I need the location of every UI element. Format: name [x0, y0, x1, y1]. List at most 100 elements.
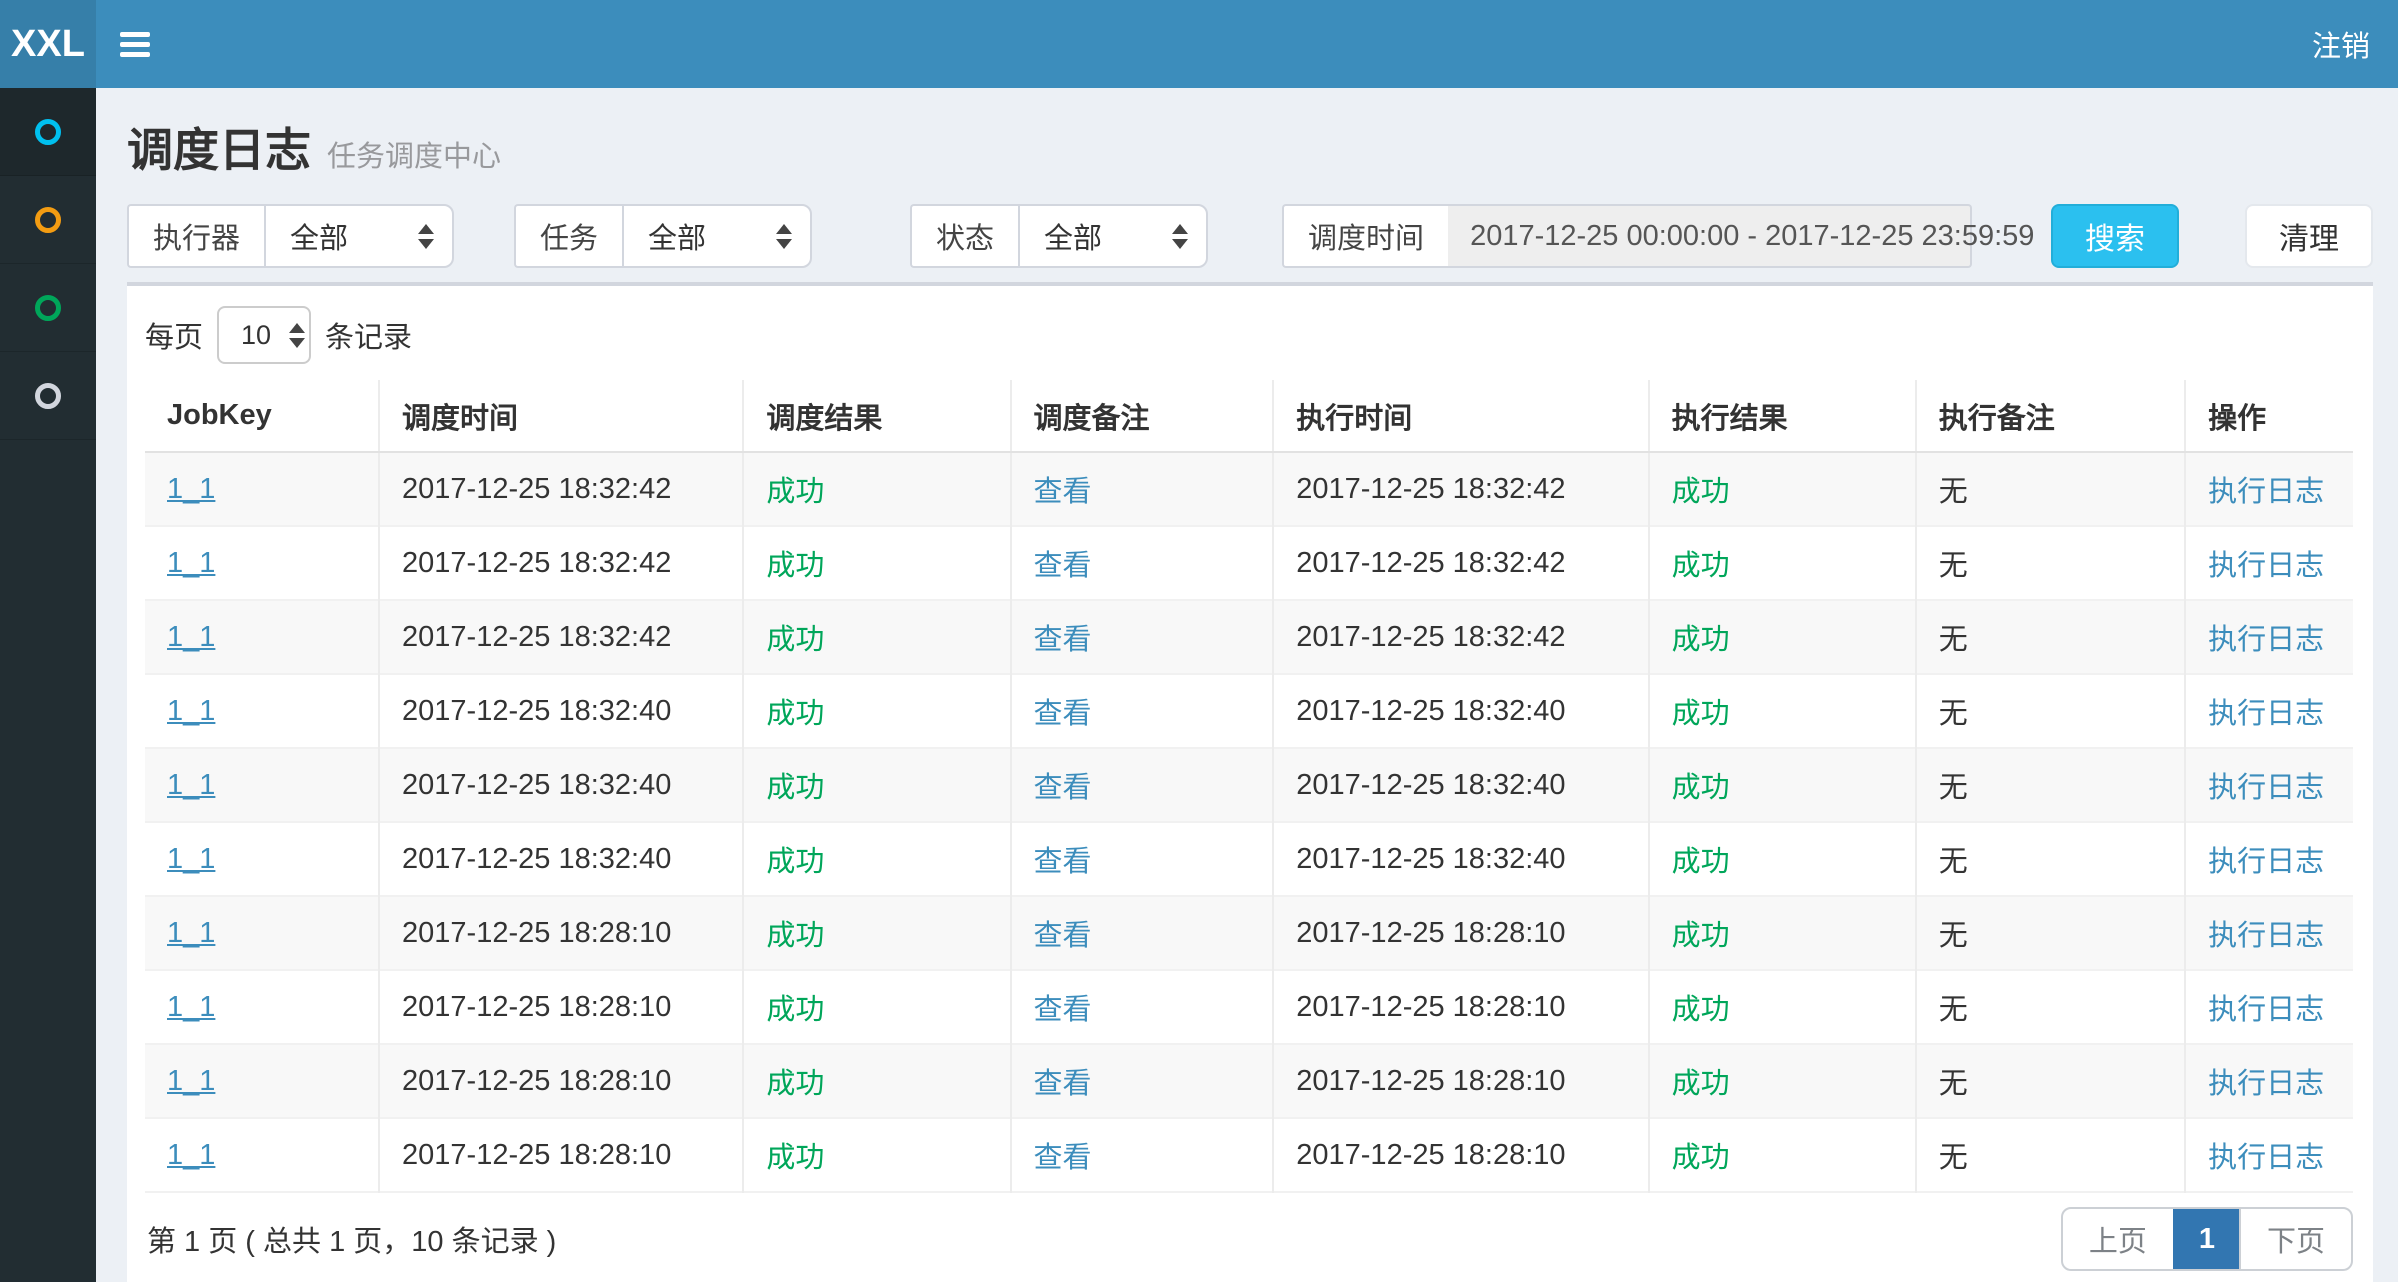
content-area: 调度日志 任务调度中心 执行器 全部 任务 全部 状态 全部 调度时间	[96, 88, 2398, 1282]
cell-action[interactable]: 执行日志	[2208, 994, 2324, 1026]
job-filter-group: 任务 全部	[514, 204, 812, 268]
filter-bar: 执行器 全部 任务 全部 状态 全部 调度时间 2017-12-25 00:00…	[127, 204, 2373, 268]
cell-trigger_result: 成功	[766, 920, 824, 952]
app-logo[interactable]: XXL	[0, 0, 96, 88]
circle-outline-icon	[35, 295, 61, 321]
cell-trigger_msg[interactable]: 查看	[1034, 624, 1092, 656]
trigger-time-range-input[interactable]: 2017-12-25 00:00:00 - 2017-12-25 23:59:5…	[1448, 204, 1972, 268]
cell-handle_result: 成功	[1672, 1068, 1730, 1100]
cell-action[interactable]: 执行日志	[2208, 1142, 2324, 1174]
search-button[interactable]: 搜索	[2051, 204, 2179, 268]
cell-handle_msg: 无	[1939, 846, 1968, 878]
page-size-select[interactable]: 10	[217, 306, 311, 364]
log-table: JobKey调度时间调度结果调度备注执行时间执行结果执行备注操作 1_12017…	[145, 380, 2353, 1193]
col-header-handle_time: 执行时间	[1273, 380, 1648, 452]
cell-handle_time: 2017-12-25 18:32:40	[1296, 843, 1565, 875]
cell-handle_time: 2017-12-25 18:28:10	[1296, 1139, 1565, 1171]
cell-trigger_msg[interactable]: 查看	[1034, 846, 1092, 878]
page-size-prefix: 每页	[145, 314, 203, 356]
cell-job_key[interactable]: 1_1	[167, 621, 215, 653]
cell-job_key[interactable]: 1_1	[167, 917, 215, 949]
cell-action[interactable]: 执行日志	[2208, 1068, 2324, 1100]
cell-trigger_msg[interactable]: 查看	[1034, 1142, 1092, 1174]
col-header-handle_result: 执行结果	[1649, 380, 1916, 452]
cell-trigger_msg[interactable]: 查看	[1034, 1068, 1092, 1100]
sidebar-item-1[interactable]	[0, 88, 96, 176]
hamburger-icon	[120, 32, 150, 37]
cell-job_key[interactable]: 1_1	[167, 991, 215, 1023]
table-row: 1_12017-12-25 18:28:10成功查看2017-12-25 18:…	[145, 1044, 2353, 1118]
circle-outline-icon	[35, 207, 61, 233]
trigger-time-filter-group: 调度时间 2017-12-25 00:00:00 - 2017-12-25 23…	[1282, 204, 1972, 268]
cell-action[interactable]: 执行日志	[2208, 550, 2324, 582]
cell-handle_result: 成功	[1672, 476, 1730, 508]
next-page-button[interactable]: 下页	[2239, 1209, 2351, 1269]
cell-action[interactable]: 执行日志	[2208, 920, 2324, 952]
cell-action[interactable]: 执行日志	[2208, 476, 2324, 508]
table-row: 1_1 2017-12-25 18:28:10 成功 查看 2017-12-25 18:…	[145, 896, 2353, 970]
sidebar-item-4[interactable]	[0, 352, 96, 440]
prev-page-button[interactable]: 上页	[2063, 1209, 2173, 1269]
cell-handle_msg: 无	[1939, 698, 1968, 730]
cell-handle_msg: 无	[1939, 476, 1968, 508]
cell-trigger_time: 2017-12-25 18:32:42	[402, 547, 671, 579]
current-page-button[interactable]: 1	[2173, 1209, 2239, 1269]
cell-action[interactable]: 执行日志	[2208, 698, 2324, 730]
cell-job_key[interactable]: 1_1	[167, 547, 215, 579]
cell-job_key[interactable]: 1_1	[167, 1065, 215, 1097]
cell-action[interactable]: 执行日志	[2208, 624, 2324, 656]
clear-button[interactable]: 清理	[2245, 204, 2373, 268]
table-footer: 第 1 页 ( 总共 1 页，10 条记录 ) 上页 1 下页	[145, 1207, 2353, 1271]
col-header-action: 操作	[2185, 380, 2353, 452]
sidebar-toggle-button[interactable]	[96, 0, 174, 88]
cell-trigger_msg[interactable]: 查看	[1034, 772, 1092, 804]
circle-outline-icon	[35, 383, 61, 409]
sidebar-item-2[interactable]	[0, 176, 96, 264]
cell-job_key[interactable]: 1_1	[167, 769, 215, 801]
cell-trigger_time: 2017-12-25 18:28:10	[402, 917, 671, 949]
cell-trigger_msg[interactable]: 查看	[1034, 476, 1092, 508]
circle-outline-icon	[35, 119, 61, 145]
job-select-value: 全部	[648, 215, 706, 257]
cell-action[interactable]: 执行日志	[2208, 846, 2324, 878]
cell-trigger_msg[interactable]: 查看	[1034, 920, 1092, 952]
cell-trigger_msg[interactable]: 查看	[1034, 550, 1092, 582]
top-navbar: XXL 注销	[0, 0, 2398, 88]
cell-handle_result: 成功	[1672, 772, 1730, 804]
cell-job_key[interactable]: 1_1	[167, 1139, 215, 1171]
logout-link[interactable]: 注销	[2284, 0, 2398, 88]
cell-trigger_msg[interactable]: 查看	[1034, 994, 1092, 1026]
cell-handle_msg: 无	[1939, 920, 1968, 952]
cell-handle_time: 2017-12-25 18:32:42	[1296, 473, 1565, 505]
sidebar-item-3[interactable]	[0, 264, 96, 352]
cell-handle_result: 成功	[1672, 920, 1730, 952]
trigger-time-filter-label: 调度时间	[1282, 204, 1448, 268]
cell-handle_time: 2017-12-25 18:28:10	[1296, 917, 1565, 949]
status-select[interactable]: 全部	[1018, 204, 1208, 268]
cell-handle_msg: 无	[1939, 550, 1968, 582]
executor-select-value: 全部	[290, 215, 348, 257]
cell-job_key[interactable]: 1_1	[167, 473, 215, 505]
log-panel: 每页 10 条记录 JobKey调度时间调度结果调度备注执行时间执行结果执行备注…	[127, 282, 2373, 1282]
cell-trigger_result: 成功	[766, 1068, 824, 1100]
cell-job_key[interactable]: 1_1	[167, 843, 215, 875]
cell-trigger_result: 成功	[766, 1142, 824, 1174]
cell-trigger_msg[interactable]: 查看	[1034, 698, 1092, 730]
cell-handle_msg: 无	[1939, 624, 1968, 656]
cell-trigger_result: 成功	[766, 994, 824, 1026]
table-row: 1_12017-12-25 18:32:40成功查看2017-12-25 18:…	[145, 674, 2353, 748]
executor-select[interactable]: 全部	[264, 204, 454, 268]
cell-job_key[interactable]: 1_1	[167, 695, 215, 727]
status-filter-label: 状态	[910, 204, 1018, 268]
cell-handle_time: 2017-12-25 18:32:42	[1296, 621, 1565, 653]
page-header: 调度日志 任务调度中心	[96, 88, 2398, 180]
pagination-summary: 第 1 页 ( 总共 1 页，10 条记录 )	[145, 1218, 556, 1260]
cell-action[interactable]: 执行日志	[2208, 772, 2324, 804]
cell-trigger_result: 成功	[766, 846, 824, 878]
cell-handle_result: 成功	[1672, 550, 1730, 582]
cell-handle_msg: 无	[1939, 994, 1968, 1026]
cell-handle_result: 成功	[1672, 994, 1730, 1026]
table-row: 1_12017-12-25 18:32:42成功查看2017-12-25 18:…	[145, 526, 2353, 600]
job-select[interactable]: 全部	[622, 204, 812, 268]
cell-trigger_result: 成功	[766, 698, 824, 730]
